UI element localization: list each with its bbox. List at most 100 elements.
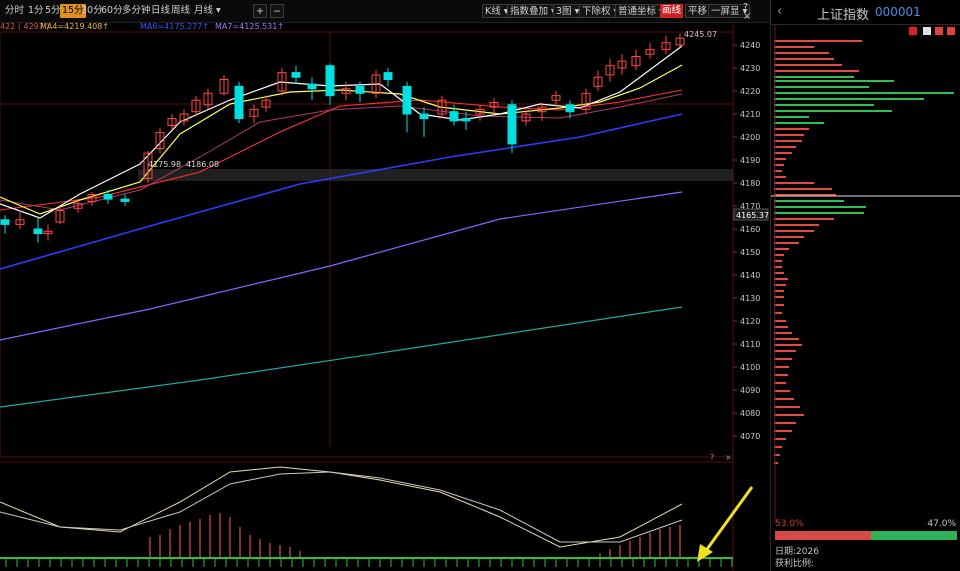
candle-body [402,85,412,115]
chip-bar [774,338,799,340]
price-tick-4140: 4140 [740,271,760,280]
price-tick-4070: 4070 [740,432,760,441]
chip-bar [774,58,834,60]
chip-bar [774,46,814,48]
price-tick-4220: 4220 [740,87,760,96]
chip-bar [774,40,862,42]
ma7-legend: MA7=4125.531↑ [215,22,284,31]
candle-body [234,85,244,120]
price-tick-4120: 4120 [740,317,760,326]
chip-bar [774,398,794,400]
price-tick-4200: 4200 [740,133,760,142]
loss-percent: 47.0% [927,519,956,529]
chip-bar [774,110,892,112]
price-tick-4190: 4190 [740,156,760,165]
chip-bar [774,76,854,78]
price-tick-4240: 4240 [740,41,760,50]
price-band [138,169,733,181]
macd-dea-line [0,471,683,543]
chip-bar [774,284,786,286]
chip-bar [774,350,796,352]
zoom-in-button[interactable]: + [253,4,267,18]
price-tick-4230: 4230 [740,64,760,73]
price-tick-4130: 4130 [740,294,760,303]
chip-bar [774,206,866,208]
chip-bar [774,374,788,376]
chip-tool-icon [909,27,917,35]
chip-bar [774,218,834,220]
layout-dropdown[interactable]: 3图 ▾ [553,4,583,18]
chip-bar [774,414,804,416]
profit-ratio-bar [775,531,957,540]
chip-bar [774,382,786,384]
chip-bar [774,92,954,94]
chip-bar [774,200,844,202]
chip-bar [774,224,819,226]
highlight-arrow [703,486,754,553]
candle-body [120,198,130,202]
zoom-out-button[interactable]: − [270,4,284,18]
chip-bar [774,278,788,280]
chip-bar [774,146,796,148]
chip-bar [774,128,809,130]
pan-button[interactable]: 平移 [685,4,711,18]
chip-bar [774,98,924,100]
chip-bar [774,182,814,184]
chip-bar [774,358,792,360]
chip-bar [774,422,796,424]
draw-line-button[interactable]: 画线 [660,4,684,18]
chip-bar [774,122,824,124]
stock-header: ‹ 上证指数 000001 [771,0,960,25]
chip-bar [774,236,804,238]
ma-cyan-line [0,306,683,408]
chip-distribution-panel: ‹ 上证指数 000001 53.0% 47.0% 日期:2026 获利比例: [770,0,960,571]
price-tick-4180: 4180 [740,179,760,188]
macd-dif-line [0,466,683,548]
chip-bar [774,64,842,66]
ma-magenta-line [0,93,683,211]
profit-ratio-line: 获利比例: [775,559,815,569]
chart-toolbar: 分时 1分 5分 15分 30分 60分 多分钟 日线 周线 月线 ▾ + − K线 ▾ 指数叠加 ▾ 3图… [0,0,770,23]
candle-body [33,228,43,235]
chip-bar [774,430,792,432]
candle-body [355,85,365,94]
tab-fenshi[interactable]: 分时 [3,4,26,18]
candle-body [307,83,317,90]
chip-bar [774,176,786,178]
chip-bar [774,188,832,190]
chip-bar [774,438,786,440]
candle-body [419,113,429,120]
tab-weekly[interactable]: 周线 [169,4,192,18]
chip-bar [774,212,864,214]
ma-violet-line [0,191,683,341]
back-arrow-icon[interactable]: ‹ [777,4,782,19]
low-label-b: 4186.08 [186,160,219,169]
chip-bar [774,248,789,250]
profit-percent: 53.0% [775,519,804,529]
candle-body [291,72,301,78]
price-tick-4090: 4090 [740,386,760,395]
chip-bar [774,52,829,54]
candle-body [507,104,517,145]
candle-body [325,65,335,97]
chip-bar [774,140,802,142]
chip-bar [774,344,802,346]
index-overlay-dropdown[interactable]: 指数叠加 ▾ [507,4,559,18]
tab-multi-minute[interactable]: 多分钟 [120,4,153,18]
low-label-a: 4175.98 [148,160,181,169]
tab-monthly[interactable]: 月线 ▾ [192,4,223,18]
current-price-label: 4165.37 [736,211,769,220]
chip-bars [771,24,960,524]
price-tick-4080: 4080 [740,409,760,418]
chip-bar [774,332,792,334]
chip-bar [774,134,804,136]
chip-bar [774,116,809,118]
candle-body [449,111,459,122]
price-tick-4110: 4110 [740,340,760,349]
chip-bar [774,406,800,408]
chip-bar [774,390,790,392]
price-tick-4160: 4160 [740,225,760,234]
ma-blue-line [0,113,683,270]
chip-bar [774,230,814,232]
candle-body [565,104,575,113]
